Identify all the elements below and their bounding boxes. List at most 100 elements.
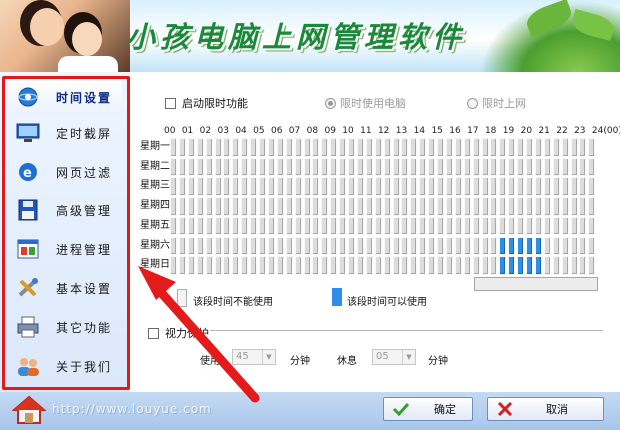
schedule-cell[interactable]	[472, 216, 480, 236]
schedule-cell[interactable]	[330, 157, 338, 177]
schedule-cell[interactable]	[259, 157, 266, 177]
schedule-cell[interactable]	[419, 216, 427, 236]
schedule-cell[interactable]	[214, 236, 222, 256]
schedule-cell[interactable]	[365, 216, 373, 236]
schedule-cell[interactable]	[445, 216, 453, 236]
schedule-cell[interactable]	[330, 197, 338, 216]
schedule-cell[interactable]	[196, 138, 204, 157]
schedule-cell[interactable]	[454, 157, 462, 177]
schedule-cell[interactable]	[259, 177, 266, 197]
schedule-cell[interactable]	[552, 216, 560, 236]
schedule-cell[interactable]	[348, 197, 355, 216]
schedule-cell[interactable]	[543, 236, 551, 256]
schedule-cell[interactable]	[232, 236, 240, 256]
schedule-cell[interactable]	[579, 197, 587, 216]
schedule-cell[interactable]	[321, 216, 329, 236]
schedule-cell[interactable]	[276, 236, 284, 256]
schedule-cell[interactable]	[205, 236, 213, 256]
schedule-cell[interactable]	[330, 236, 338, 256]
schedule-cell[interactable]	[232, 177, 240, 197]
schedule-cell[interactable]	[223, 256, 231, 275]
schedule-cell[interactable]	[312, 236, 320, 256]
schedule-cell[interactable]	[330, 256, 338, 275]
schedule-cell[interactable]	[526, 177, 533, 197]
schedule-cell[interactable]	[481, 216, 489, 236]
schedule-cell-allowed[interactable]	[499, 236, 507, 256]
schedule-cell[interactable]	[321, 157, 329, 177]
schedule-cell[interactable]	[490, 236, 498, 256]
schedule-cell[interactable]	[178, 138, 186, 157]
schedule-cell[interactable]	[428, 177, 436, 197]
schedule-cell[interactable]	[356, 216, 364, 236]
schedule-cell[interactable]	[241, 157, 249, 177]
schedule-cell[interactable]	[205, 138, 213, 157]
schedule-cell[interactable]	[552, 256, 560, 275]
schedule-cell[interactable]	[517, 138, 525, 157]
schedule-cell[interactable]	[196, 157, 204, 177]
radio-limit-net[interactable]: 限时上网	[467, 95, 526, 111]
schedule-cell[interactable]	[561, 236, 569, 256]
schedule-cell[interactable]	[196, 236, 204, 256]
schedule-cell[interactable]	[294, 216, 302, 236]
schedule-cell[interactable]	[534, 177, 542, 197]
schedule-cell[interactable]	[534, 138, 542, 157]
schedule-cell[interactable]	[170, 216, 177, 236]
schedule-cell[interactable]	[508, 157, 516, 177]
schedule-cell[interactable]	[454, 256, 462, 275]
radio-limit-pc-button[interactable]	[325, 97, 336, 109]
schedule-cell[interactable]	[178, 256, 186, 275]
schedule-cell[interactable]	[321, 236, 329, 256]
schedule-cell[interactable]	[588, 177, 596, 197]
schedule-cell[interactable]	[232, 256, 240, 275]
schedule-cell[interactable]	[392, 197, 400, 216]
schedule-cell[interactable]	[348, 177, 355, 197]
schedule-cell[interactable]	[374, 236, 382, 256]
schedule-cell[interactable]	[490, 157, 498, 177]
schedule-cell[interactable]	[294, 236, 302, 256]
schedule-cell[interactable]	[552, 157, 560, 177]
schedule-cell[interactable]	[401, 157, 409, 177]
schedule-cell[interactable]	[579, 216, 587, 236]
schedule-cell[interactable]	[454, 197, 462, 216]
schedule-cell[interactable]	[383, 236, 391, 256]
schedule-cell[interactable]	[241, 177, 249, 197]
schedule-cell[interactable]	[410, 157, 418, 177]
schedule-cell[interactable]	[374, 157, 382, 177]
schedule-cell[interactable]	[543, 157, 551, 177]
schedule-cell[interactable]	[312, 216, 320, 236]
schedule-cell[interactable]	[170, 177, 177, 197]
schedule-cell[interactable]	[445, 197, 453, 216]
schedule-cell[interactable]	[401, 138, 409, 157]
schedule-cell[interactable]	[321, 197, 329, 216]
schedule-cell[interactable]	[410, 216, 418, 236]
schedule-cell[interactable]	[392, 177, 400, 197]
schedule-cell[interactable]	[356, 197, 364, 216]
schedule-cell[interactable]	[312, 256, 320, 275]
schedule-cell[interactable]	[356, 256, 364, 275]
schedule-cell[interactable]	[321, 138, 329, 157]
schedule-cell[interactable]	[267, 138, 275, 157]
schedule-cell[interactable]	[463, 177, 471, 197]
schedule-cell[interactable]	[445, 157, 453, 177]
schedule-cell[interactable]	[348, 216, 355, 236]
schedule-cell[interactable]	[267, 236, 275, 256]
schedule-cell[interactable]	[276, 256, 284, 275]
schedule-cell[interactable]	[170, 157, 177, 177]
schedule-cell[interactable]	[365, 177, 373, 197]
schedule-cell[interactable]	[463, 197, 471, 216]
schedule-cell[interactable]	[170, 138, 177, 157]
schedule-cell[interactable]	[490, 197, 498, 216]
schedule-cell[interactable]	[250, 236, 258, 256]
schedule-cell[interactable]	[410, 138, 418, 157]
schedule-cell[interactable]	[392, 236, 400, 256]
schedule-cell[interactable]	[401, 256, 409, 275]
schedule-cell[interactable]	[241, 216, 249, 236]
schedule-cell[interactable]	[294, 157, 302, 177]
schedule-cell[interactable]	[543, 177, 551, 197]
schedule-cell[interactable]	[437, 216, 444, 236]
schedule-cell[interactable]	[419, 197, 427, 216]
enable-limit-row[interactable]: 启动限时功能	[165, 95, 248, 111]
schedule-cell[interactable]	[178, 236, 186, 256]
home-icon[interactable]	[11, 395, 47, 425]
schedule-cell[interactable]	[187, 177, 195, 197]
